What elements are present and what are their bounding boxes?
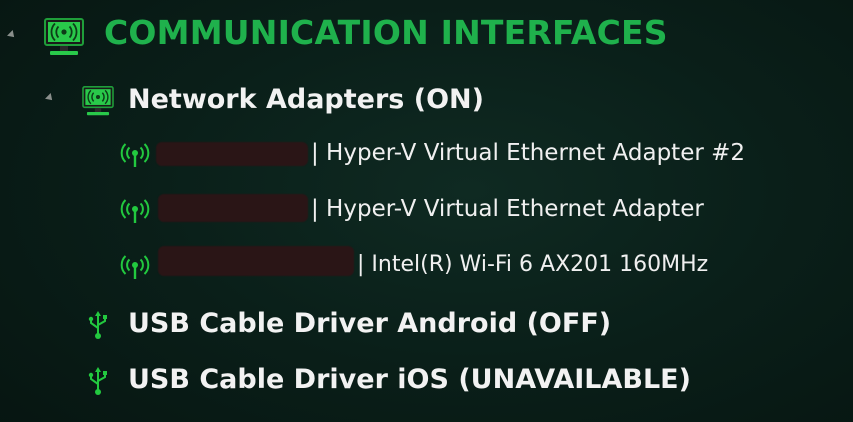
wifi-signal-icon — [120, 199, 150, 223]
tree-node-label: Network Adapters (ON) — [128, 84, 484, 115]
tree-node-label: COMMUNICATION INTERFACES — [104, 13, 668, 52]
adapter-label: | Hyper-V Virtual Ethernet Adapter #2 — [311, 140, 746, 166]
wifi-signal-icon — [120, 143, 150, 167]
expand-collapse-icon[interactable] — [7, 30, 17, 40]
redacted-adapter-name — [156, 142, 308, 166]
wifi-signal-icon — [120, 255, 150, 279]
expand-collapse-icon[interactable] — [45, 93, 55, 103]
tree-node-label: USB Cable Driver iOS (UNAVAILABLE) — [128, 364, 691, 395]
usb-icon — [88, 311, 107, 339]
tree-node-label: USB Cable Driver Android (OFF) — [128, 308, 612, 339]
redacted-adapter-name — [158, 194, 308, 222]
network-monitor-icon — [44, 18, 84, 55]
redacted-adapter-name — [158, 246, 354, 276]
adapter-label: | Hyper-V Virtual Ethernet Adapter — [311, 196, 704, 222]
adapter-label: | Intel(R) Wi-Fi 6 AX201 160MHz — [357, 252, 709, 277]
usb-icon — [88, 367, 107, 395]
network-monitor-icon — [82, 86, 114, 116]
